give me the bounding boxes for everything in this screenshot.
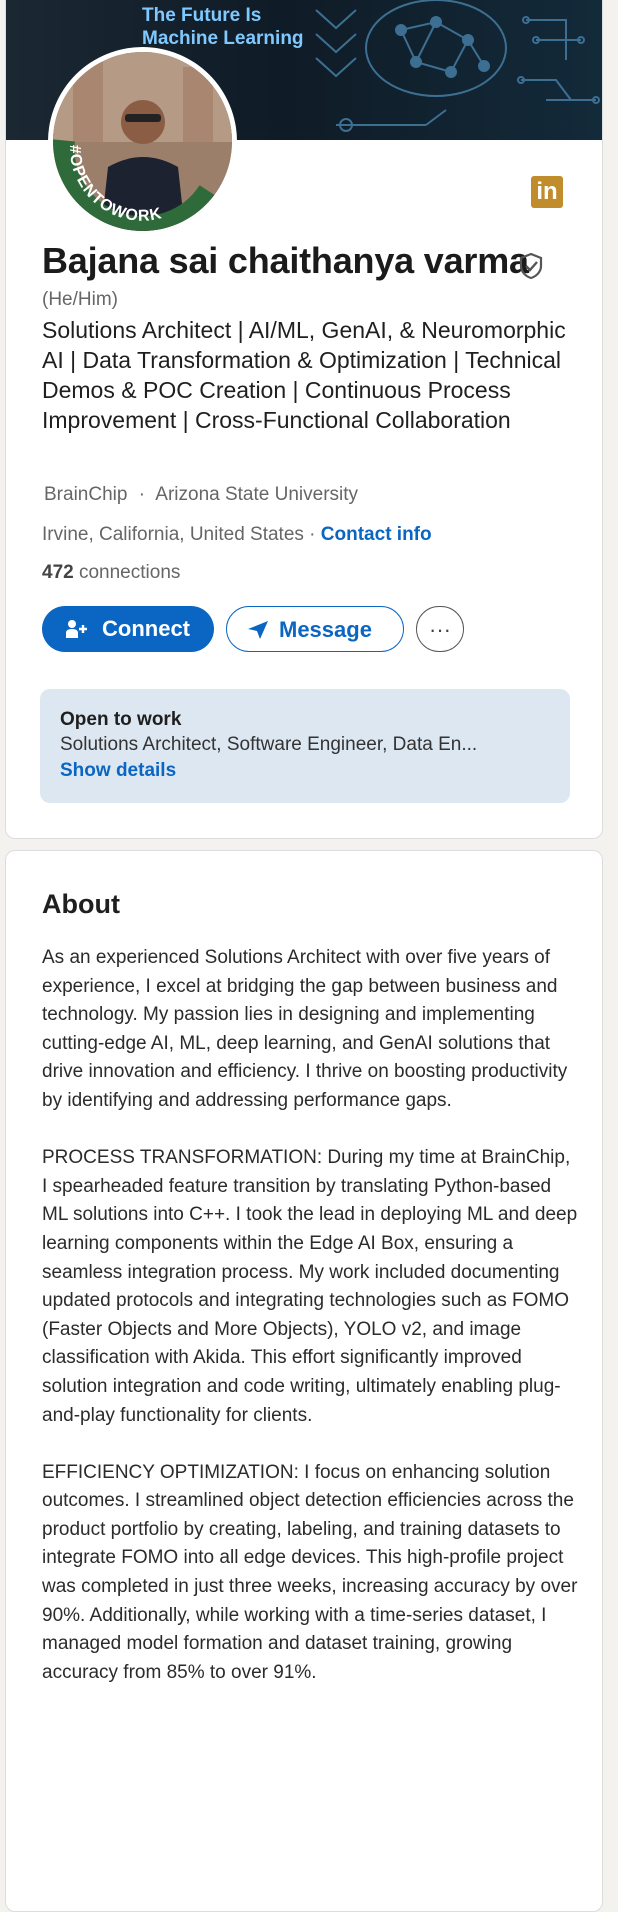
connections-count[interactable]: 472 connections xyxy=(42,562,180,584)
location-line: Irvine, California, United States · Cont… xyxy=(42,524,432,546)
profile-headline: Solutions Architect | AI/ML, GenAI, & Ne… xyxy=(42,317,566,433)
connect-label: Connect xyxy=(102,616,190,641)
about-paragraph: PROCESS TRANSFORMATION: During my time a… xyxy=(42,1147,578,1426)
about-title: About xyxy=(42,889,120,919)
message-label: Message xyxy=(279,617,372,642)
open-to-work-title: Open to work xyxy=(60,709,182,730)
message-button[interactable]: Message xyxy=(226,606,404,652)
experience-education-line: BrainChip · Arizona State University xyxy=(44,484,358,506)
open-to-work-card: Open to work Solutions Architect, Softwa… xyxy=(40,689,570,803)
contact-info-link[interactable]: Contact info xyxy=(321,524,432,545)
connections-number: 472 xyxy=(42,562,74,583)
linkedin-icon[interactable]: in xyxy=(531,176,563,208)
profile-top-card: The Future Is Machine Learning #OPENTOWO… xyxy=(5,0,603,839)
about-paragraph: EFFICIENCY OPTIMIZATION: I focus on enha… xyxy=(42,1461,578,1683)
current-company-link[interactable]: BrainChip xyxy=(44,484,127,505)
send-icon xyxy=(248,621,268,639)
avatar: #OPENTOWORK xyxy=(53,52,232,231)
open-to-work-frame: #OPENTOWORK xyxy=(53,139,227,231)
more-actions-button[interactable]: ··· xyxy=(416,606,464,652)
show-details-link[interactable]: Show details xyxy=(60,760,176,782)
verified-shield-icon[interactable] xyxy=(518,252,544,280)
about-text: As an experienced Solutions Architect wi… xyxy=(42,944,578,1716)
connections-label: connections xyxy=(78,562,181,583)
separator: · xyxy=(138,484,146,505)
profile-name: Bajana sai chaithanya varma xyxy=(42,240,529,281)
school-link[interactable]: Arizona State University xyxy=(155,484,358,505)
more-icon: ··· xyxy=(429,617,451,642)
pronouns: (He/Him) xyxy=(42,289,118,310)
location: Irvine, California, United States · xyxy=(42,524,316,545)
add-person-icon xyxy=(66,620,87,638)
profile-photo[interactable]: #OPENTOWORK xyxy=(48,47,237,236)
about-paragraph: As an experienced Solutions Architect wi… xyxy=(42,947,568,1111)
connect-button[interactable]: Connect xyxy=(42,606,214,652)
about-section: About As an experienced Solutions Archit… xyxy=(5,850,603,1912)
open-to-work-roles: Solutions Architect, Software Engineer, … xyxy=(60,734,478,755)
